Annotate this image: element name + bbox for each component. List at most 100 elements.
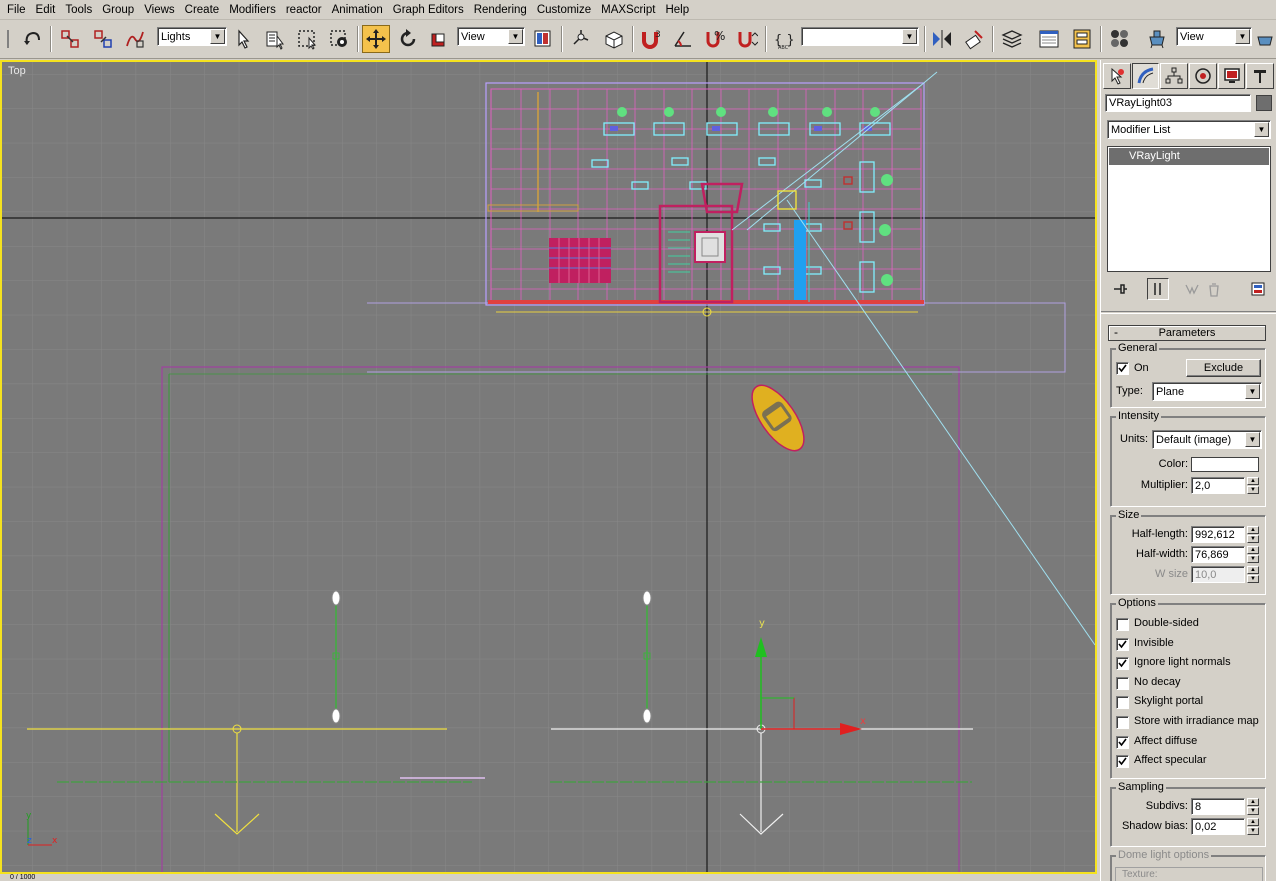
select-by-name-icon[interactable] [261, 25, 289, 53]
tab-create[interactable] [1103, 63, 1131, 89]
menu-modifiers[interactable]: Modifiers [224, 1, 281, 19]
viewport-top[interactable]: Top y x y z x [0, 60, 1097, 874]
window-crossing-icon[interactable] [325, 25, 353, 53]
option-label: Invisible [1134, 636, 1174, 649]
frame-counter[interactable]: 0 / 1000 [10, 874, 150, 881]
menu-edit[interactable]: Edit [31, 1, 61, 19]
menu-reactor[interactable]: reactor [281, 1, 327, 19]
object-name-input[interactable]: VRayLight03 [1105, 94, 1251, 112]
half-length-input[interactable]: 992,612 [1191, 526, 1245, 543]
shadow-bias-input[interactable]: 0,02 [1191, 818, 1245, 835]
option-checkbox-affect-specular[interactable] [1116, 755, 1129, 769]
modifier-list-dropdown[interactable]: Modifier List ▼ [1107, 120, 1271, 139]
bind-space-warp-icon[interactable] [121, 25, 149, 53]
on-checkbox[interactable] [1116, 362, 1129, 375]
viewport-label[interactable]: Top [8, 65, 26, 77]
menu-animation[interactable]: Animation [327, 1, 388, 19]
select-object-icon[interactable] [230, 25, 258, 53]
material-editor-icon[interactable] [1106, 25, 1134, 53]
option-checkbox-ignore-light-normals[interactable] [1116, 657, 1129, 671]
keyboard-shortcut-override-icon[interactable] [600, 25, 628, 53]
multiplier-label: Multiplier: [1140, 479, 1188, 491]
select-and-rotate-icon[interactable] [394, 25, 422, 53]
option-checkbox-affect-diffuse[interactable] [1116, 735, 1129, 749]
menu-maxscript[interactable]: MAXScript [596, 1, 660, 19]
selection-filter-dropdown[interactable]: Lights ▼ [157, 27, 227, 46]
option-checkbox-skylight-portal[interactable] [1116, 696, 1129, 710]
option-checkbox-invisible[interactable] [1116, 637, 1129, 651]
menu-group[interactable]: Group [97, 1, 139, 19]
configure-modifier-sets-button[interactable] [1247, 278, 1269, 300]
spinner-snap-icon[interactable] [733, 25, 761, 53]
spinner-up-icon: ▲ [1247, 546, 1259, 554]
make-unique-button[interactable] [1181, 278, 1203, 300]
tripod-z-label: z [27, 836, 32, 846]
reference-coordinate-dropdown[interactable]: View ▼ [457, 27, 525, 46]
edit-named-selection-icon[interactable]: { } ABC [770, 25, 798, 53]
w-size-spinner[interactable]: ▲ ▼ [1247, 566, 1259, 583]
tab-utilities[interactable] [1246, 63, 1275, 89]
w-size-input[interactable]: 10,0 [1191, 566, 1245, 583]
render-viewport-dropdown[interactable]: View ▼ [1176, 27, 1252, 46]
spinner-down-icon: ▼ [1247, 486, 1259, 494]
half-width-spinner[interactable]: ▲ ▼ [1247, 546, 1259, 563]
viewport-scene[interactable]: y x y z x [2, 62, 1095, 872]
select-and-move-icon[interactable] [362, 25, 390, 53]
option-checkbox-no-decay[interactable] [1116, 676, 1129, 690]
type-dropdown[interactable]: Plane ▼ [1152, 382, 1262, 401]
half-length-spinner[interactable]: ▲ ▼ [1247, 526, 1259, 543]
half-width-input[interactable]: 76,869 [1191, 546, 1245, 563]
subdivs-input[interactable]: 8 [1191, 798, 1245, 815]
menu-create[interactable]: Create [180, 1, 225, 19]
show-end-result-button[interactable] [1147, 278, 1169, 300]
select-and-scale-icon[interactable] [425, 25, 453, 53]
stack-item-vraylight[interactable]: VRayLight [1109, 148, 1269, 165]
tab-modify[interactable] [1131, 63, 1160, 89]
align-icon[interactable] [960, 25, 988, 53]
angle-snap-icon[interactable] [669, 25, 697, 53]
light-color-swatch[interactable] [1191, 457, 1259, 472]
parameters-rollout-header[interactable]: - Parameters [1108, 325, 1266, 341]
w-size-label: W size [1155, 568, 1188, 580]
option-checkbox-double-sided[interactable] [1116, 618, 1129, 631]
tab-display[interactable] [1217, 63, 1246, 89]
menu-rendering[interactable]: Rendering [469, 1, 532, 19]
unlink-selection-icon[interactable] [89, 25, 117, 53]
units-dropdown[interactable]: Default (image) ▼ [1152, 430, 1262, 449]
menu-help[interactable]: Help [660, 1, 694, 19]
select-and-link-icon[interactable] [56, 25, 84, 53]
multiplier-spinner[interactable]: ▲ ▼ [1247, 477, 1259, 494]
mirror-icon[interactable] [928, 25, 956, 53]
quick-render-icon[interactable] [1254, 25, 1276, 53]
layer-manager-icon[interactable] [998, 25, 1026, 53]
modifier-stack[interactable]: VRayLight [1107, 146, 1271, 272]
render-scene-icon[interactable] [1143, 25, 1171, 53]
named-selection-dropdown[interactable]: ▼ [801, 27, 919, 46]
percent-snap-icon[interactable]: % [701, 25, 729, 53]
menu-views[interactable]: Views [139, 1, 179, 19]
time-slider-strip[interactable] [0, 874, 1100, 881]
menu-graph-editors[interactable]: Graph Editors [388, 1, 469, 19]
snaps-toggle-icon[interactable]: 3 [637, 25, 665, 53]
select-manipulate-icon[interactable] [567, 25, 595, 53]
subdivs-spinner[interactable]: ▲ ▼ [1247, 798, 1259, 815]
curve-editor-icon[interactable] [1035, 25, 1063, 53]
undo-icon[interactable] [18, 25, 46, 53]
multiplier-input[interactable]: 2,0 [1191, 477, 1245, 494]
remove-modifier-button[interactable] [1203, 278, 1225, 300]
shadow-bias-spinner[interactable]: ▲ ▼ [1247, 818, 1259, 835]
menu-file[interactable]: File [2, 1, 31, 19]
option-checkbox-store-with-irradiance-map[interactable] [1116, 716, 1129, 729]
panel-divider [1101, 311, 1276, 314]
object-color-swatch[interactable] [1256, 95, 1272, 111]
tab-motion[interactable] [1189, 63, 1217, 89]
tab-hierarchy[interactable] [1160, 63, 1189, 89]
exclude-button[interactable]: Exclude [1186, 359, 1261, 377]
menu-customize[interactable]: Customize [532, 1, 596, 19]
rectangular-selection-icon[interactable] [293, 25, 321, 53]
menu-tools[interactable]: Tools [60, 1, 97, 19]
pivot-center-icon[interactable] [529, 25, 557, 53]
viewport-grid [2, 62, 1095, 872]
schematic-view-icon[interactable] [1068, 25, 1096, 53]
pin-stack-button[interactable] [1109, 278, 1131, 300]
